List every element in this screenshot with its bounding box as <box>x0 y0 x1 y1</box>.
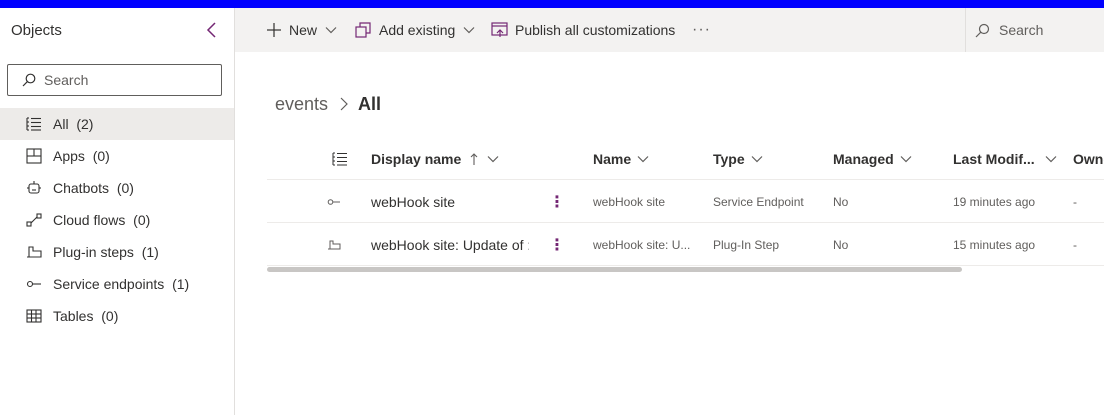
search-icon <box>22 73 36 87</box>
nav-item-label: All (2) <box>53 116 94 132</box>
nav-item-all[interactable]: All (2) <box>0 108 234 140</box>
column-header-owner[interactable]: Owne <box>1073 137 1104 180</box>
column-header-label: Owne <box>1073 150 1104 167</box>
nav-item-label: Service endpoints (1) <box>53 276 190 292</box>
row-name: webHook site: U... <box>593 237 691 252</box>
row-owner: - <box>1073 194 1077 209</box>
command-bar-divider <box>965 8 966 52</box>
objects-search-placeholder: Search <box>44 72 89 88</box>
service-endpoint-icon <box>326 180 342 223</box>
objects-nav: All (2) Apps (0) Chatbots (0) Cloud flow… <box>0 108 234 332</box>
flow-icon <box>26 213 42 227</box>
row-last-modified: 19 minutes ago <box>953 194 1036 209</box>
row-managed: No <box>833 194 849 209</box>
objects-pane-title: Objects <box>11 22 62 39</box>
column-header-type[interactable]: Type <box>713 137 763 180</box>
chevron-down-icon <box>325 27 337 34</box>
column-header-label: Type <box>713 150 745 167</box>
nav-item-service-endpoints[interactable]: Service endpoints (1) <box>0 268 234 300</box>
column-header-name[interactable]: Name <box>593 137 649 180</box>
row-owner: - <box>1073 237 1077 252</box>
breadcrumb-current: All <box>358 93 382 114</box>
chevron-down-icon <box>1045 155 1057 162</box>
row-managed: No <box>833 237 849 252</box>
table-icon <box>26 309 42 323</box>
plus-icon <box>267 23 281 37</box>
command-bar: New Add existing Publish all customizati… <box>235 8 1104 52</box>
breadcrumb: events All <box>275 92 381 116</box>
table-row[interactable]: webHook site: Update of : ⋮ webHook site… <box>267 223 1104 266</box>
select-all-toggle[interactable] <box>326 137 348 180</box>
nav-item-apps[interactable]: Apps (0) <box>0 140 234 172</box>
list-icon <box>332 152 347 165</box>
search-icon <box>975 23 990 37</box>
nav-item-label: Plug-in steps (1) <box>53 244 159 260</box>
column-header-managed[interactable]: Managed <box>833 137 912 180</box>
grid-search-placeholder: Search <box>999 22 1044 38</box>
add-existing-label: Add existing <box>379 22 456 38</box>
add-existing-button[interactable]: Add existing <box>355 8 475 52</box>
grid-header: Display name Name Type Managed Last Modi… <box>267 137 1104 180</box>
list-icon <box>26 117 41 131</box>
more-commands-button[interactable]: ··· <box>692 8 711 52</box>
chevron-down-icon <box>751 155 763 162</box>
column-header-label: Name <box>593 150 632 167</box>
chevron-down-icon <box>900 155 912 162</box>
chatbot-icon <box>27 181 41 194</box>
column-header-label: Last Modif... <box>953 150 1035 167</box>
nav-item-label: Tables (0) <box>53 308 119 324</box>
column-header-last-modified[interactable]: Last Modif... <box>953 137 1057 180</box>
chevron-left-icon <box>206 22 216 38</box>
row-last-modified: 15 minutes ago <box>953 237 1036 252</box>
nav-item-plugin-steps[interactable]: Plug-in steps (1) <box>0 236 234 268</box>
nav-item-cloud-flows[interactable]: Cloud flows (0) <box>0 204 234 236</box>
publish-all-label: Publish all customizations <box>515 22 676 38</box>
column-header-label: Display name <box>371 150 462 167</box>
plugin-step-icon <box>326 223 342 266</box>
row-display-name[interactable]: webHook site <box>371 180 541 223</box>
row-name: webHook site <box>593 194 666 209</box>
row-type: Plug-In Step <box>713 237 780 252</box>
column-header-display-name[interactable]: Display name <box>371 137 499 180</box>
row-type: Service Endpoint <box>713 194 804 209</box>
chevron-down-icon <box>463 27 475 34</box>
chevron-down-icon <box>637 155 649 162</box>
apps-icon <box>26 148 42 164</box>
grid-search-input[interactable]: Search <box>975 8 1043 52</box>
publish-icon <box>491 22 508 37</box>
objects-pane: Objects Search All (2) Apps (0) Chatbots… <box>0 8 235 415</box>
nav-item-chatbots[interactable]: Chatbots (0) <box>0 172 234 204</box>
row-display-name[interactable]: webHook site: Update of : <box>371 223 529 266</box>
new-button-label: New <box>289 22 318 38</box>
add-existing-icon <box>355 22 371 38</box>
table-row[interactable]: webHook site ⋮ webHook site Service Endp… <box>267 180 1104 223</box>
plugin-step-icon <box>27 246 42 258</box>
nav-item-tables[interactable]: Tables (0) <box>0 300 234 332</box>
nav-item-label: Apps (0) <box>53 148 110 164</box>
row-more-button[interactable]: ⋮ <box>547 223 567 266</box>
nav-item-label: Cloud flows (0) <box>53 212 151 228</box>
row-more-button[interactable]: ⋮ <box>547 180 567 223</box>
chevron-down-icon <box>487 155 499 162</box>
chevron-right-icon <box>340 97 348 111</box>
column-header-label: Managed <box>833 150 894 167</box>
collapse-pane-button[interactable] <box>203 20 219 40</box>
nav-item-label: Chatbots (0) <box>53 180 134 196</box>
horizontal-scrollbar[interactable] <box>267 267 962 272</box>
new-button[interactable]: New <box>266 8 337 52</box>
top-accent-bar <box>0 0 1104 8</box>
objects-search-input[interactable]: Search <box>7 64 222 96</box>
sort-ascending-icon <box>470 152 478 165</box>
publish-all-button[interactable]: Publish all customizations <box>491 8 675 52</box>
objects-grid: Display name Name Type Managed Last Modi… <box>267 137 1104 266</box>
service-endpoint-icon <box>26 280 41 288</box>
breadcrumb-parent[interactable]: events <box>275 94 328 115</box>
